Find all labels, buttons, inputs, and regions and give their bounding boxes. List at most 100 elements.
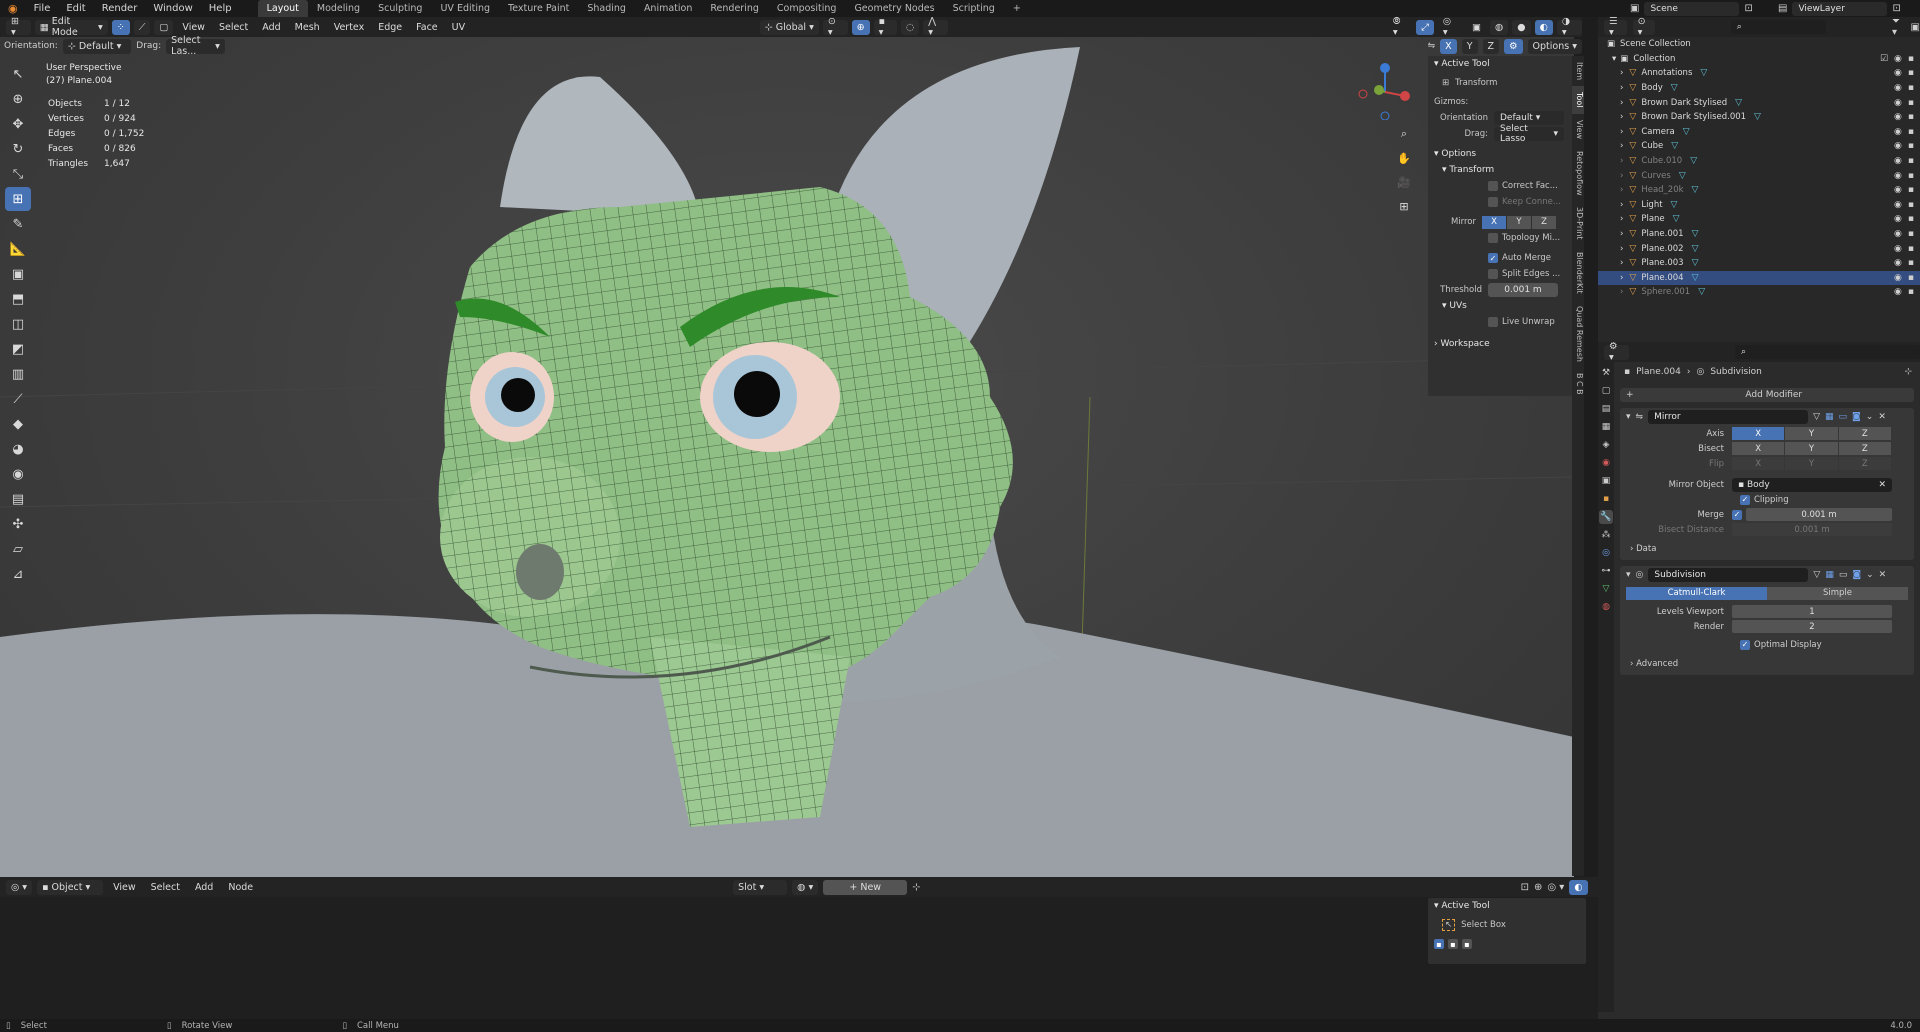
checkbox-icon[interactable]: ☑ [1880,54,1888,64]
mirror-y-toggle[interactable]: Y [1461,38,1478,54]
chevron-down-icon[interactable]: ▾ [1626,570,1631,580]
bevel-tool-icon[interactable]: ◩ [5,337,31,361]
chevron-right-icon[interactable]: › [1620,127,1623,137]
menu-add[interactable]: Add [190,880,218,895]
add-workspace-button[interactable]: + [1004,0,1030,17]
menu-vertex[interactable]: Vertex [329,20,370,35]
camera-icon[interactable]: ▪ [1908,214,1914,224]
chevron-right-icon[interactable]: › [1620,156,1623,166]
camera-icon[interactable]: ▪ [1908,273,1914,283]
auto-merge-checkbox[interactable]: ✓ Auto Merge [1428,250,1572,266]
smooth-tool-icon[interactable]: ◉ [5,462,31,486]
scene-collection-row[interactable]: ▣ Scene Collection [1598,37,1920,52]
gizmo-z-axis[interactable] [1380,63,1390,73]
menu-help[interactable]: Help [201,0,240,17]
outliner-search-input[interactable]: ⌕ [1730,20,1827,34]
camera-icon[interactable]: ▪ [1908,244,1914,254]
eye-icon[interactable]: ◉ [1894,112,1902,122]
shading-wireframe-icon[interactable]: ◍ [1489,19,1509,35]
mirror-z-toggle[interactable]: Z [1482,38,1500,54]
options-toggle-icon[interactable]: ⚙ [1504,38,1523,54]
modifier-menu-icon[interactable]: ⌄ [1866,570,1874,580]
pan-hand-icon[interactable]: ✋ [1394,148,1414,168]
eye-icon[interactable]: ◉ [1894,244,1902,254]
keep-connected-checkbox[interactable]: Keep Conne... [1428,194,1572,210]
uvs-subheader[interactable]: ▾ UVs [1428,298,1572,314]
options-dropdown[interactable]: Options ▾ [1527,38,1582,54]
sidebar-toggle-icon[interactable]: ◐ [1569,879,1588,895]
menu-add[interactable]: Add [257,20,285,35]
chevron-right-icon[interactable]: › [1620,171,1623,181]
menu-node[interactable]: Node [223,880,258,895]
mesh-data-icon[interactable]: ▽ [1679,171,1686,181]
world-tab-icon[interactable]: ◉ [1599,456,1613,470]
scene-tab-icon[interactable]: ◈ [1599,438,1613,452]
rotate-tool-icon[interactable]: ↻ [5,137,31,161]
eye-icon[interactable]: ◉ [1894,156,1902,166]
eye-icon[interactable]: ◉ [1894,127,1902,137]
outliner-item[interactable]: › ▽ Curves ▽ ◉ ▪ [1598,168,1920,183]
gizmo-y-axis[interactable] [1374,85,1384,95]
camera-icon[interactable]: ▪ [1908,68,1914,78]
menu-render[interactable]: Render [94,0,146,17]
merge-checkbox[interactable]: ✓ [1732,509,1742,520]
visibility-icon[interactable]: ⦾ ▾ [1388,16,1412,38]
outliner-item[interactable]: › ▽ Camera ▽ ◉ ▪ [1598,125,1920,140]
3d-viewport[interactable] [0,37,1574,877]
editor-type-button[interactable]: ⊞ ▾ [6,16,31,38]
workspace-tab-shading[interactable]: Shading [578,0,635,17]
sidebar-tab-item[interactable]: Item [1572,56,1584,86]
properties-editor-type[interactable]: ⚙ ▾ [1604,341,1630,363]
collection-tab-icon[interactable]: ▣ [1599,474,1613,488]
active-tool-header[interactable]: ▾ Active Tool [1428,56,1572,72]
sidebar-tab-bcb[interactable]: B C B [1572,367,1584,401]
menu-uv[interactable]: UV [447,20,470,35]
ortho-grid-icon[interactable]: ⊞ [1394,196,1414,216]
simple-toggle[interactable]: Simple [1767,586,1908,600]
chevron-right-icon[interactable]: › [1620,83,1623,93]
blender-logo-icon[interactable]: ◉ [0,2,26,15]
chevron-right-icon[interactable]: › [1620,273,1623,283]
mirror-object-field[interactable]: ▪ Body ✕ [1732,477,1892,492]
edge-slide-tool-icon[interactable]: ▤ [5,487,31,511]
workspace-header[interactable]: › Workspace [1428,336,1572,352]
mesh-data-icon[interactable]: ▽ [1735,98,1742,108]
snap-target-button[interactable]: ▪ ▾ [873,16,897,38]
viewport-toggle-icon[interactable]: ▭ [1839,570,1848,580]
mesh-data-icon[interactable]: ▽ [1692,244,1699,254]
inset-tool-icon[interactable]: ◫ [5,312,31,336]
eye-icon[interactable]: ◉ [1894,200,1902,210]
camera-icon[interactable]: ▪ [1908,229,1914,239]
threshold-field[interactable]: 0.001 m [1488,283,1558,297]
eye-icon[interactable]: ◉ [1894,141,1902,151]
menu-select[interactable]: Select [146,880,185,895]
add-modifier-button[interactable]: + Add Modifier [1620,388,1914,402]
menu-file[interactable]: File [26,0,59,17]
data-subpanel-header[interactable]: › Data [1620,541,1914,556]
chevron-right-icon[interactable]: › [1620,229,1623,239]
sidebar-tab-retopoflow[interactable]: Retopoflow [1572,145,1584,202]
navigation-gizmo[interactable] [1355,60,1415,120]
select-new-icon[interactable]: ▪ [1434,939,1444,949]
outliner-item[interactable]: › ▽ Head_20k ▽ ◉ ▪ [1598,183,1920,198]
gizmo-orientation-selector[interactable]: Default ▾ [1494,111,1564,125]
workspace-tab-rendering[interactable]: Rendering [701,0,768,17]
mesh-data-icon[interactable]: ▽ [1692,229,1699,239]
levels-viewport-field[interactable]: 1 [1732,605,1892,618]
outliner-item[interactable]: › ▽ Body ▽ ◉ ▪ [1598,81,1920,96]
outliner-item[interactable]: › ▽ Plane.003 ▽ ◉ ▪ [1598,256,1920,271]
mesh-data-icon[interactable]: ▽ [1754,112,1761,122]
mirror-name-field[interactable]: Mirror [1648,410,1809,424]
camera-icon[interactable]: ▪ [1908,141,1914,151]
eye-icon[interactable]: ◉ [1894,214,1902,224]
knife-tool-icon[interactable]: ⟋ [5,387,31,411]
camera-icon[interactable]: ▪ [1908,258,1914,268]
menu-edit[interactable]: Edit [58,0,93,17]
annotate-tool-icon[interactable]: ✎ [5,212,31,236]
mesh-data-icon[interactable]: ▽ [1692,185,1699,195]
workspace-tab-layout[interactable]: Layout [257,0,308,17]
eye-icon[interactable]: ◉ [1894,273,1902,283]
material-tab-icon[interactable]: ◍ [1599,600,1613,614]
move-tool-icon[interactable]: ✥ [5,112,31,136]
mesh-data-icon[interactable]: ▽ [1673,214,1680,224]
